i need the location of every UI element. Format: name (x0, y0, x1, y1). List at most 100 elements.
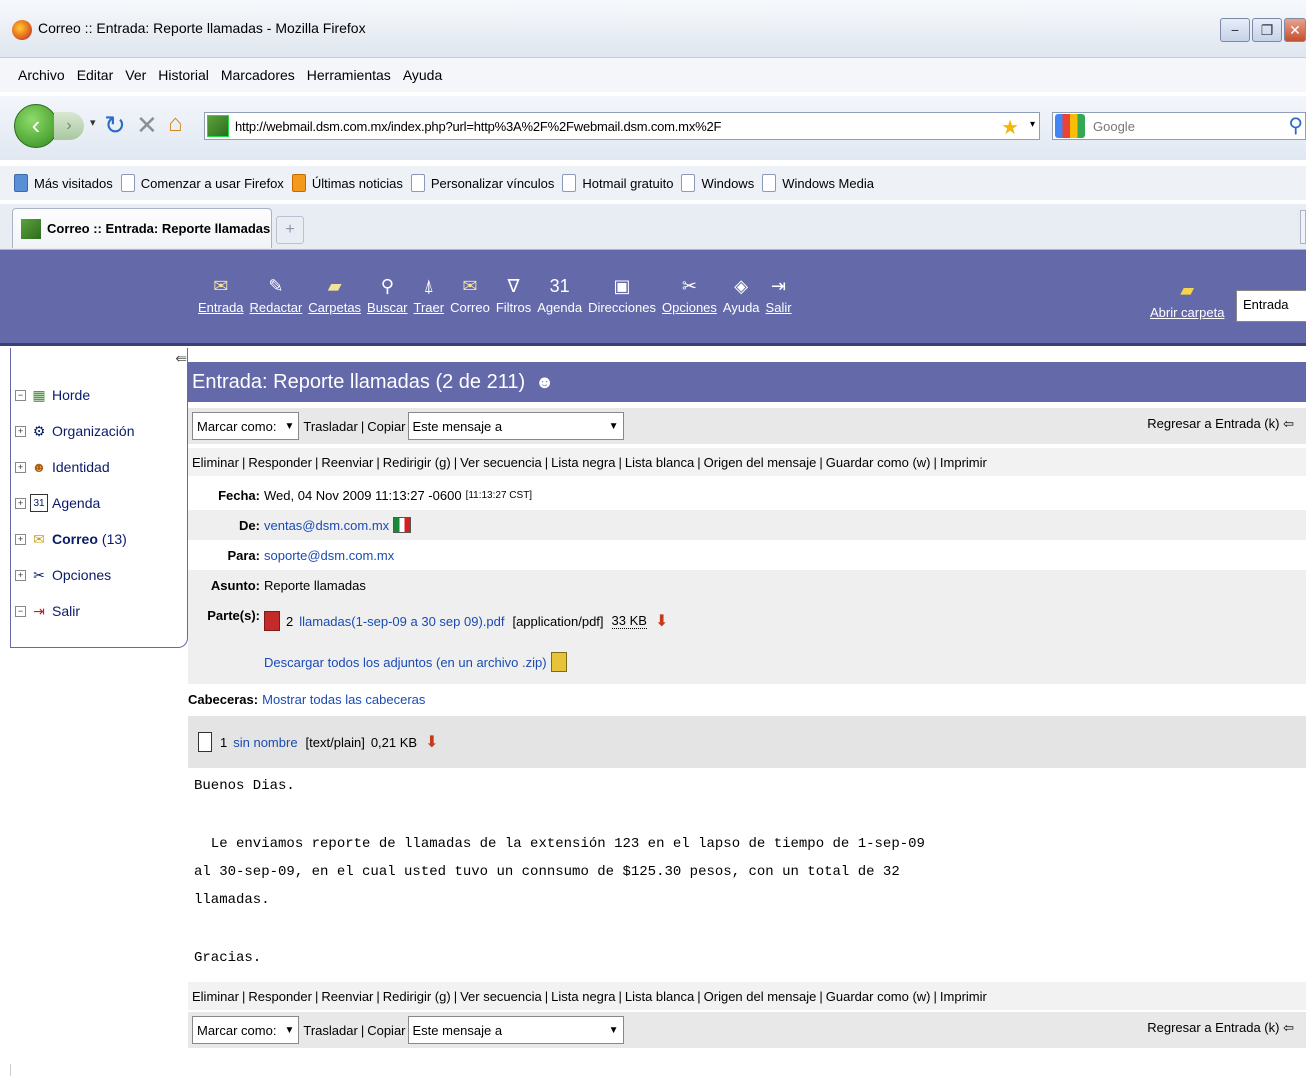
download-icon[interactable]: ⬇ (655, 611, 668, 631)
close-button[interactable]: ✕ (1284, 18, 1306, 42)
sidebar-item-agenda[interactable]: + 31 Agenda (15, 494, 100, 512)
back-button[interactable]: ‹ (14, 104, 58, 148)
search-icon[interactable]: ⚲ (1288, 113, 1303, 138)
reply-link[interactable]: Responder (248, 989, 312, 1004)
url-text[interactable]: http://webmail.dsm.com.mx/index.php?url=… (235, 119, 721, 134)
delete-link[interactable]: Eliminar (192, 989, 239, 1004)
search-placeholder[interactable]: Google (1093, 119, 1135, 134)
mark-as-select[interactable]: Marcar como: ▼ (192, 1016, 300, 1044)
home-icon[interactable]: ⌂ (168, 110, 183, 138)
menu-ayuda[interactable]: Ayuda (403, 67, 442, 83)
sidebar-item-salir[interactable]: − ⇥ Salir (15, 602, 80, 620)
attachment-pdf-link[interactable]: llamadas(1-sep-09 a 30 sep 09).pdf (299, 614, 504, 629)
sidebar-item-horde[interactable]: − ▦ Horde (15, 386, 90, 404)
back-to-inbox-link[interactable]: Regresar a Entrada (k) ⇦ (1147, 416, 1294, 432)
body-part-bar: 1 sin nombre [text/plain] 0,21 KB ⬇ (188, 716, 1306, 768)
message-source-link[interactable]: Origen del mensaje (704, 989, 817, 1004)
menu-salir[interactable]: ⇥ Salir (766, 272, 792, 315)
reply-link[interactable]: Responder (248, 455, 312, 470)
save-as-link[interactable]: Guardar como (w) (826, 989, 931, 1004)
target-folder-select[interactable]: Este mensaje a ▼ (407, 412, 624, 440)
url-bar[interactable]: http://webmail.dsm.com.mx/index.php?url=… (204, 112, 1040, 140)
menu-filtros[interactable]: ∇ Filtros (496, 272, 531, 315)
bookmark-windows-media[interactable]: Windows Media (762, 174, 874, 192)
menu-herramientas[interactable]: Herramientas (307, 67, 391, 83)
menu-buscar[interactable]: ⚲ Buscar (367, 272, 407, 315)
to-address-link[interactable]: soporte@dsm.com.mx (264, 548, 394, 563)
back-to-inbox-link[interactable]: Regresar a Entrada (k) ⇦ (1147, 1020, 1294, 1036)
bookmark-mas-visitados[interactable]: Más visitados (14, 174, 113, 192)
stop-icon[interactable]: ✕ (136, 110, 158, 141)
menu-direcciones[interactable]: ▣ Direcciones (588, 272, 656, 315)
rss-icon (291, 174, 306, 192)
menu-archivo[interactable]: Archivo (18, 67, 65, 83)
bookmark-comenzar-firefox[interactable]: Comenzar a usar Firefox (120, 174, 284, 192)
folder-select[interactable]: Entrada (1236, 290, 1306, 322)
chevron-down-icon: ▼ (608, 420, 619, 432)
sender-person-icon[interactable]: ☻ (535, 372, 554, 393)
sidebar-item-correo[interactable]: + ✉ Correo (13) (15, 530, 127, 548)
bookmark-personalizar-vinculos[interactable]: Personalizar vínculos (410, 174, 554, 192)
bookmark-hotmail[interactable]: Hotmail gratuito (562, 174, 673, 192)
menu-historial[interactable]: Historial (158, 67, 209, 83)
bookmark-windows[interactable]: Windows (681, 174, 754, 192)
google-engine-icon[interactable] (1055, 114, 1085, 138)
history-dropdown-icon[interactable]: ▾ (90, 116, 96, 129)
blacklist-link[interactable]: Lista negra (551, 455, 615, 470)
copy-button[interactable]: Copiar (367, 1023, 405, 1038)
blacklist-link[interactable]: Lista negra (551, 989, 615, 1004)
whitelist-link[interactable]: Lista blanca (625, 989, 694, 1004)
forward-link[interactable]: Reenviar (321, 989, 373, 1004)
copy-button[interactable]: Copiar (367, 419, 405, 434)
menu-carpetas[interactable]: ▰ Carpetas (308, 272, 361, 315)
save-as-link[interactable]: Guardar como (w) (826, 455, 931, 470)
sidebar-collapse-icon[interactable]: ⇚ (175, 350, 187, 367)
minimize-button[interactable]: − (1220, 18, 1250, 42)
open-folder-button[interactable]: ▰ Abrir carpeta (1150, 280, 1224, 320)
tab-correo[interactable]: Correo :: Entrada: Reporte llamadas (12, 208, 272, 248)
show-all-headers-link[interactable]: Mostrar todas las cabeceras (262, 692, 425, 707)
tab-list-button[interactable] (1300, 210, 1306, 244)
view-thread-link[interactable]: Ver secuencia (460, 455, 542, 470)
menu-agenda[interactable]: 31 Agenda (537, 272, 582, 315)
menu-marcadores[interactable]: Marcadores (221, 67, 295, 83)
menu-traer[interactable]: ⍋ Traer (414, 272, 445, 315)
view-thread-link[interactable]: Ver secuencia (460, 989, 542, 1004)
bookmark-star-icon[interactable]: ★ (1001, 115, 1019, 140)
print-link[interactable]: Imprimir (940, 989, 987, 1004)
menu-ayuda-horde[interactable]: ◈ Ayuda (723, 272, 760, 315)
download-all-link[interactable]: Descargar todos los adjuntos (en un arch… (264, 655, 547, 670)
print-link[interactable]: Imprimir (940, 455, 987, 470)
redirect-link[interactable]: Redirigir (g) (383, 989, 451, 1004)
redirect-link[interactable]: Redirigir (g) (383, 455, 451, 470)
target-folder-select[interactable]: Este mensaje a ▼ (407, 1016, 624, 1044)
forward-button[interactable]: › (54, 112, 84, 140)
bookmark-ultimas-noticias[interactable]: Últimas noticias (291, 174, 403, 192)
menu-correo[interactable]: ✉ Correo (450, 272, 490, 315)
from-address-link[interactable]: ventas@dsm.com.mx (264, 518, 389, 533)
mail-icon: ✉ (462, 276, 478, 296)
zip-icon[interactable] (550, 652, 567, 672)
download-icon[interactable]: ⬇ (425, 732, 438, 752)
url-dropdown-icon[interactable]: ▾ (1030, 119, 1035, 130)
maximize-button[interactable]: ❐ (1252, 18, 1282, 42)
sidebar-item-organizacion[interactable]: + ⚙ Organización (15, 422, 135, 440)
menu-opciones[interactable]: ✂ Opciones (662, 272, 717, 315)
search-box[interactable]: Google ⚲ (1052, 112, 1306, 140)
message-source-link[interactable]: Origen del mensaje (704, 455, 817, 470)
sidebar-item-identidad[interactable]: + ☻ Identidad (15, 458, 110, 476)
move-button[interactable]: Trasladar (303, 419, 357, 434)
menu-redactar[interactable]: ✎ Redactar (250, 272, 303, 315)
mark-as-select[interactable]: Marcar como: ▼ (192, 412, 300, 440)
menu-ver[interactable]: Ver (125, 67, 146, 83)
new-tab-button[interactable]: + (276, 216, 304, 244)
move-button[interactable]: Trasladar (303, 1023, 357, 1038)
sidebar-item-opciones[interactable]: + ✂ Opciones (15, 566, 111, 584)
delete-link[interactable]: Eliminar (192, 455, 239, 470)
menu-entrada[interactable]: ✉ Entrada (198, 272, 244, 315)
body-part-link[interactable]: sin nombre (233, 735, 297, 750)
menu-editar[interactable]: Editar (77, 67, 114, 83)
whitelist-link[interactable]: Lista blanca (625, 455, 694, 470)
reload-icon[interactable]: ↻ (104, 110, 126, 141)
forward-link[interactable]: Reenviar (321, 455, 373, 470)
